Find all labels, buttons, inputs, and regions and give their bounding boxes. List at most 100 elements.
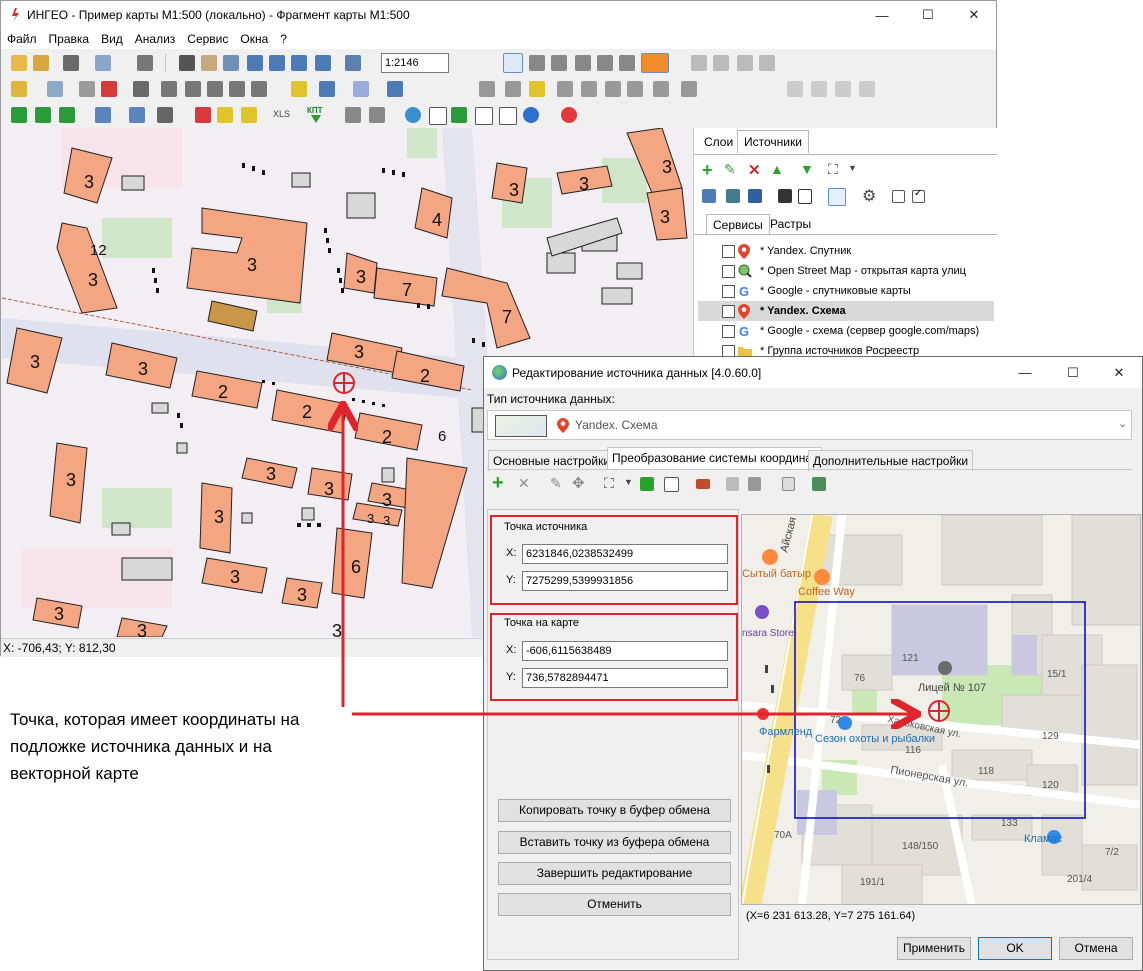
- finish-editing-button[interactable]: Завершить редактирование: [498, 862, 731, 885]
- edit-source-icon[interactable]: ✎: [724, 161, 736, 178]
- group-1-icon[interactable]: [557, 81, 573, 97]
- move-point-icon[interactable]: ✥: [572, 474, 585, 492]
- source-checkbox[interactable]: [722, 285, 735, 298]
- copy-icon[interactable]: [726, 477, 739, 491]
- home-icon[interactable]: [664, 477, 679, 492]
- tab-sources[interactable]: Источники: [737, 130, 809, 153]
- dialog-close-button[interactable]: ✕: [1096, 357, 1142, 388]
- open-map-icon[interactable]: [11, 55, 27, 71]
- kpt-icon[interactable]: КПТ: [307, 106, 327, 124]
- list-icon[interactable]: [702, 189, 716, 203]
- search-icon[interactable]: [95, 107, 111, 123]
- maximize-button[interactable]: ☐: [905, 1, 951, 29]
- source-checkbox[interactable]: [722, 325, 735, 338]
- align-icon[interactable]: [640, 477, 654, 491]
- print-icon[interactable]: [137, 55, 153, 71]
- properties-icon[interactable]: [133, 81, 149, 97]
- zoom-in-icon[interactable]: [247, 55, 263, 71]
- reshape-icon[interactable]: [229, 81, 245, 97]
- cut-icon[interactable]: [161, 81, 177, 97]
- close-button[interactable]: ✕: [951, 1, 997, 29]
- extent-icon[interactable]: ⛶: [828, 161, 838, 178]
- group-2-icon[interactable]: [581, 81, 597, 97]
- new-layer-icon[interactable]: [47, 81, 63, 97]
- group-6-icon[interactable]: [681, 81, 697, 97]
- edit-point-icon[interactable]: ✎: [550, 475, 562, 492]
- dialog-maximize-button[interactable]: ☐: [1050, 357, 1096, 388]
- move-icon[interactable]: [185, 81, 201, 97]
- chart-icon[interactable]: [828, 188, 846, 206]
- highlight-icon[interactable]: [217, 107, 233, 123]
- clear-icon[interactable]: [782, 477, 795, 491]
- select-arrow-icon[interactable]: [503, 53, 523, 73]
- style-dropdown-icon[interactable]: [641, 53, 669, 73]
- raster-edit-icon[interactable]: [748, 189, 762, 203]
- node-tool-4-icon[interactable]: [759, 55, 775, 71]
- export-xls-icon[interactable]: XLS: [273, 109, 290, 119]
- map-x-field[interactable]: -606,6115638489: [522, 641, 728, 661]
- open-icon[interactable]: [33, 55, 49, 71]
- menu-file[interactable]: Файл: [1, 29, 43, 46]
- edit-object-icon[interactable]: [79, 81, 95, 97]
- source-map-view[interactable]: Айская Сытый батыр Coffee Way nsara Stor…: [741, 514, 1141, 905]
- extent-dropdown-icon[interactable]: ▼: [848, 163, 857, 173]
- select-line-icon[interactable]: [619, 55, 635, 71]
- source-y-field[interactable]: 7275299,5399931856: [522, 571, 728, 591]
- height-icon[interactable]: [499, 107, 517, 125]
- delete-object-icon[interactable]: [101, 81, 117, 97]
- move-up-icon[interactable]: ▲: [770, 161, 784, 177]
- plugin-icon[interactable]: [561, 107, 577, 123]
- group-5-icon[interactable]: [653, 81, 669, 97]
- home-icon[interactable]: [429, 107, 447, 125]
- label-4-icon[interactable]: [859, 81, 875, 97]
- zoom-out-icon[interactable]: [269, 55, 285, 71]
- tools-icon[interactable]: [345, 107, 361, 123]
- source-checkbox[interactable]: [722, 245, 735, 258]
- check-all-icon[interactable]: ✓: [912, 188, 925, 203]
- group-4-icon[interactable]: [627, 81, 643, 97]
- select-plus-icon[interactable]: [529, 55, 545, 71]
- minimize-button[interactable]: —: [859, 1, 905, 29]
- document-search-icon[interactable]: [798, 189, 812, 204]
- zoom-previous-icon[interactable]: [315, 55, 331, 71]
- measure-icon[interactable]: [11, 107, 27, 123]
- split-icon[interactable]: [251, 81, 267, 97]
- globe-icon[interactable]: [405, 107, 421, 123]
- tab-services[interactable]: Сервисы: [706, 214, 770, 235]
- extent-icon[interactable]: ⛶: [604, 475, 614, 492]
- tab-coordinate-transform[interactable]: Преобразование системы координат: [607, 447, 823, 470]
- new-object-icon[interactable]: [11, 81, 27, 97]
- save-icon[interactable]: [778, 189, 792, 203]
- grid-icon[interactable]: [812, 477, 826, 491]
- zoom-window-icon[interactable]: [223, 55, 239, 71]
- label-1-icon[interactable]: [787, 81, 803, 97]
- source-checkbox[interactable]: [722, 305, 735, 318]
- undo-icon[interactable]: [387, 81, 403, 97]
- paste-icon[interactable]: [748, 477, 761, 491]
- apply-button[interactable]: Применить: [897, 937, 971, 960]
- map-y-field[interactable]: 736,5782894471: [522, 668, 728, 688]
- uncheck-all-icon[interactable]: [892, 190, 905, 203]
- navigate-icon[interactable]: [475, 107, 493, 125]
- insert-object-icon[interactable]: [291, 81, 307, 97]
- tab-main-settings[interactable]: Основные настройки: [488, 450, 616, 471]
- help-icon[interactable]: [523, 107, 539, 123]
- swap-icon[interactable]: [696, 479, 710, 489]
- group-3-icon[interactable]: [605, 81, 621, 97]
- source-x-field[interactable]: 6231846,0238532499: [522, 544, 728, 564]
- menu-help[interactable]: ?: [274, 29, 293, 46]
- scale-icon[interactable]: [345, 55, 361, 71]
- topology-1-icon[interactable]: [479, 81, 495, 97]
- label-2-icon[interactable]: [811, 81, 827, 97]
- menu-view[interactable]: Вид: [95, 29, 129, 46]
- paste-point-button[interactable]: Вставить точку из буфера обмена: [498, 831, 731, 854]
- pan-hand-icon[interactable]: [201, 55, 217, 71]
- select-rect-icon[interactable]: [551, 55, 567, 71]
- rotate-icon[interactable]: [207, 81, 223, 97]
- scale-input[interactable]: 1:2146: [381, 53, 449, 73]
- menu-service[interactable]: Сервис: [181, 29, 234, 46]
- tab-additional-settings[interactable]: Дополнительные настройки: [808, 450, 974, 471]
- dialog-minimize-button[interactable]: —: [1002, 357, 1048, 388]
- forbid-icon[interactable]: [195, 107, 211, 123]
- document-icon[interactable]: [95, 55, 111, 71]
